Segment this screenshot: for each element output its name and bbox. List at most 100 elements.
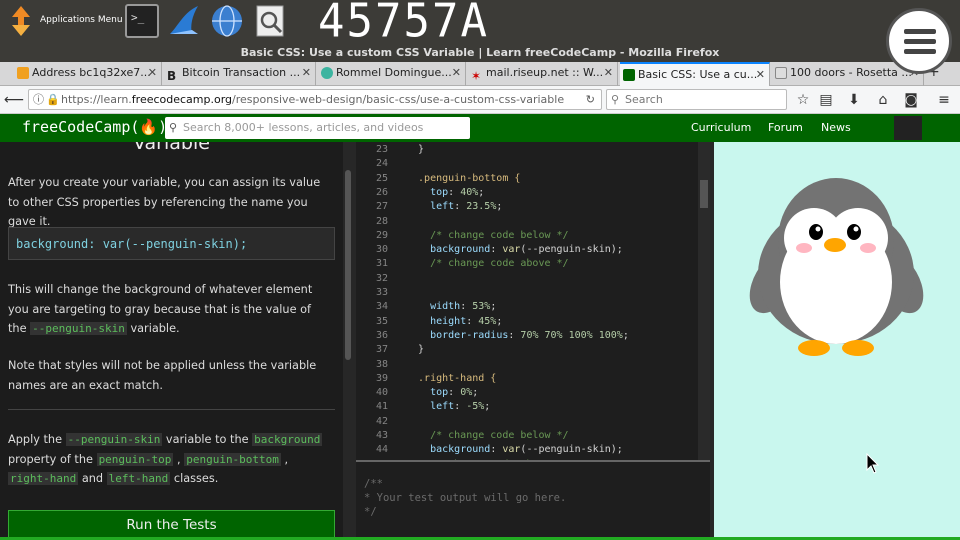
code-line[interactable]: border-radius: 70% 70% 100% 100%; [406,330,629,341]
code-line[interactable]: /* change code below */ [406,430,568,441]
lesson-scrollbar[interactable] [345,170,351,360]
tab-bar: Address bc1q32xe7... ✕ B Bitcoin Transac… [0,62,960,86]
bookmark-star-icon[interactable]: ☆ [792,89,814,111]
terminal-icon[interactable]: >_ [125,4,159,38]
tab-label: 100 doors - Rosetta ... [790,66,912,79]
tab-rommel[interactable]: Rommel Domingue... ✕ [318,62,466,86]
search-icon: ⚲ [169,121,178,134]
applications-menu-label[interactable]: Applications Menu [40,15,123,25]
editor-scroll-thumb[interactable] [700,180,708,208]
line-number: 26 [375,186,388,198]
window-title: Basic CSS: Use a custom CSS Variable | L… [0,44,960,62]
output-line: * Your test output will go here. [364,492,567,504]
tab-riseup[interactable]: ✶ mail.riseup.net :: W... ✕ [468,62,618,86]
line-number: 25 [375,172,388,184]
penguin-eye-shine [853,226,859,232]
reader-icon[interactable]: ▤ [815,89,837,111]
code-line[interactable]: background: var(--penguin-skin); [406,444,623,455]
line-number: 31 [375,258,388,270]
url-domain: freecodecamp.org [131,93,233,106]
nav-link-curriculum[interactable]: Curriculum [691,121,751,134]
nav-link-forum[interactable]: Forum [768,121,803,134]
editor-scrollbar[interactable] [698,142,710,460]
shark-icon[interactable] [168,4,202,38]
avatar[interactable] [894,116,922,140]
tab-fcc[interactable]: Basic CSS: Use a cu... ✕ [620,62,770,86]
code-line[interactable]: top: 0%; [406,387,478,398]
penguin-right-foot [842,340,874,356]
code-line[interactable]: left: -5%; [406,401,490,412]
lesson-paragraph: This will change the background of whate… [8,283,313,335]
pocket-icon[interactable]: ◙ [900,89,922,111]
divider [8,409,335,410]
lesson-instructions: Apply the --penguin-skin variable to the… [8,433,323,485]
code-line[interactable]: background: var(--penguin-skin); [406,244,623,255]
tab-label: Rommel Domingue... [336,66,452,79]
code-line[interactable]: left: 23.5%; [406,201,502,212]
code-line[interactable]: /* change code above */ [406,258,568,269]
reload-icon[interactable]: ↻ [586,90,595,109]
lesson-paragraph: Note that styles will not be applied unl… [8,359,317,392]
close-icon[interactable]: ✕ [302,62,311,84]
url-bar[interactable]: ⓘ 🔒 https://learn.freecodecamp.org/respo… [28,89,602,110]
code-line[interactable]: width: 53%; [406,301,496,312]
penguin-left-eye [809,224,823,240]
search-placeholder: Search [625,93,663,106]
close-icon[interactable]: ✕ [452,62,461,84]
line-number: 39 [375,372,388,384]
code-line[interactable]: .right-hand { [406,373,496,384]
close-icon[interactable]: ✕ [148,62,157,84]
code-line[interactable]: } [406,344,424,355]
code-line[interactable]: /* change code below */ [406,230,568,241]
lesson-heading: Variable [133,142,210,154]
code-editor[interactable]: 23 } 24 25 .penguin-bottom {26 top: 40%; 27… [356,142,710,470]
line-number: 32 [375,272,388,284]
run-tests-button[interactable]: Run the Tests [8,510,335,540]
code-line[interactable]: height: 45%; [406,316,502,327]
lesson-pane: Variable After you create your variable,… [0,142,343,540]
home-icon[interactable]: ⌂ [872,89,894,111]
back-icon[interactable]: ⟵ [3,89,25,111]
output-line: /** [364,478,383,490]
line-number: 33 [375,287,388,298]
search-input[interactable]: ⚲ Search [606,89,787,110]
line-number: 28 [375,215,388,227]
tab-blockchain[interactable]: Address bc1q32xe7... ✕ [14,62,162,86]
line-number: 37 [375,344,388,356]
close-icon[interactable]: ✕ [604,62,613,84]
info-icon[interactable]: ⓘ [33,90,44,109]
menu-icon[interactable] [886,8,952,74]
lesson-paragraph: After you create your variable, you can … [8,176,321,228]
firefox-menu-icon[interactable]: ≡ [933,89,955,111]
rosetta-icon [775,67,787,79]
line-number: 29 [375,229,388,241]
globe-icon[interactable] [210,4,244,38]
fcc-search-input[interactable]: ⚲ Search 8,000+ lessons, articles, and v… [165,117,470,139]
line-number: 23 [375,144,388,155]
penguin-right-eye [847,224,861,240]
tab-label: Address bc1q32xe7... [32,66,151,79]
line-number: 38 [375,358,388,370]
applications-menu-icon[interactable] [6,4,36,38]
penguin-eye-shine [815,226,821,232]
fcc-logo[interactable]: freeCodeCamp(🔥) [22,118,167,136]
search-app-icon[interactable] [254,4,288,38]
line-number: 41 [375,401,388,413]
search-icon: ⚲ [611,93,620,106]
download-icon[interactable]: ⬇ [843,89,865,111]
code-line[interactable]: .penguin-bottom { [406,173,520,184]
fcc-search-placeholder: Search 8,000+ lessons, articles, and vid… [183,121,424,134]
line-number: 44 [375,444,388,456]
tab-bitcoin[interactable]: B Bitcoin Transaction ... ✕ [164,62,316,86]
code-line[interactable]: top: 40%; [406,187,484,198]
penguin-left-cheek [796,243,812,253]
code-line[interactable]: } [406,144,424,155]
close-icon[interactable]: ✕ [756,64,765,86]
line-number: 42 [375,415,388,427]
penguin-right-cheek [860,243,876,253]
nav-link-news[interactable]: News [821,121,851,134]
line-number: 43 [375,430,388,441]
blockchain-icon [17,67,29,79]
test-output: /** * Your test output will go here. */ [356,460,710,540]
line-number: 40 [375,387,388,399]
